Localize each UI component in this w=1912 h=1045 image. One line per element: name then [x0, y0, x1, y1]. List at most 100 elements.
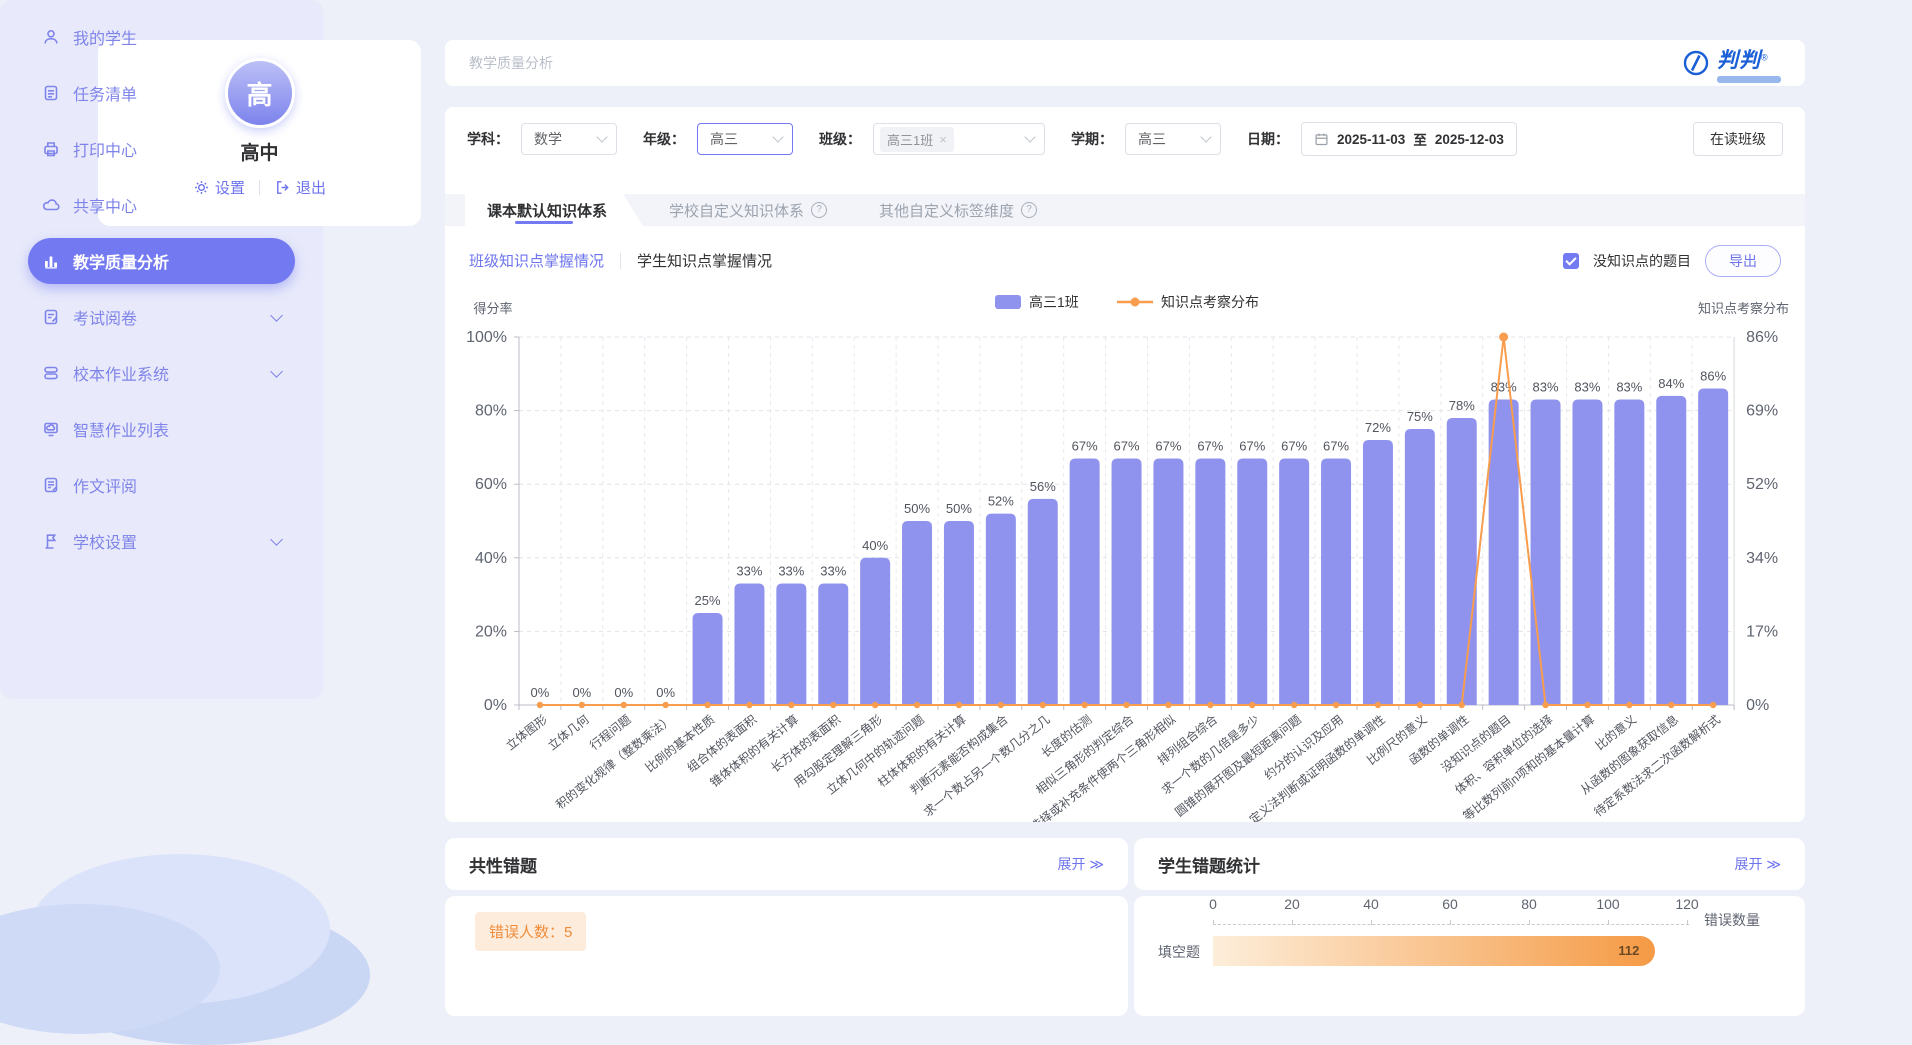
sidebar-item-label: 打印中心 [73, 137, 137, 161]
student-icon [42, 28, 60, 46]
class-label: 班级： [819, 129, 861, 149]
sidebar-item-label: 校本作业系统 [73, 361, 169, 385]
error-count-badge: 错误人数：5 [475, 912, 586, 951]
student-mistakes-body: 错误数量 填空题 112 020406080100120 [1134, 896, 1805, 1016]
tick-mark [1292, 920, 1293, 925]
class-mastery-view-link[interactable]: 班级知识点掌握情况 [469, 250, 604, 271]
class-multiselect[interactable]: 高三1班 × [873, 123, 1045, 155]
chevron-down-icon [270, 533, 283, 546]
svg-text:组合体的表面积: 组合体的表面积 [684, 712, 759, 776]
axis-tick: 120 [1675, 896, 1698, 912]
subject-label: 学科： [467, 129, 509, 149]
svg-text:75%: 75% [1407, 409, 1433, 424]
tab-other-custom-label-dimension[interactable]: 其他自定义标签维度 ? [853, 194, 1063, 226]
tick-mark [1687, 920, 1688, 925]
svg-text:83%: 83% [1616, 380, 1642, 395]
filter-bar: 学科： 数学 年级： 高三 班级： 高三1班 × 学期： 高三 日期： 2025… [467, 122, 1783, 156]
class-tag-text: 高三1班 [887, 130, 933, 149]
sidebar-item-my-students[interactable]: 我的学生 [28, 14, 295, 60]
tab-label: 课本默认知识体系 [487, 200, 607, 221]
axis-tick: 60 [1442, 896, 1458, 912]
logout-label: 退出 [296, 177, 326, 198]
no-knowledge-point-checkbox[interactable] [1563, 253, 1579, 269]
sidebar-item-label: 教学质量分析 [73, 249, 169, 273]
svg-text:0%: 0% [1746, 697, 1769, 714]
tab-textbook-knowledge-system[interactable]: 课本默认知识体系 [465, 194, 643, 226]
sidebar-item-print-center[interactable]: 打印中心 [28, 126, 295, 172]
sidebar-item-essay-review[interactable]: 作文评阅 [28, 462, 295, 508]
svg-text:52%: 52% [988, 494, 1014, 509]
svg-text:67%: 67% [1239, 438, 1265, 453]
svg-text:20%: 20% [475, 623, 507, 640]
svg-text:52%: 52% [1746, 476, 1778, 493]
sidebar-item-share-center[interactable]: 共享中心 [28, 182, 295, 228]
svg-text:83%: 83% [1533, 380, 1559, 395]
axis-tick: 40 [1363, 896, 1379, 912]
svg-text:60%: 60% [475, 476, 507, 493]
student-mastery-view-link[interactable]: 学生知识点掌握情况 [637, 250, 772, 271]
svg-text:67%: 67% [1155, 438, 1181, 453]
subject-select[interactable]: 数学 [521, 123, 617, 155]
monitor-cloud-icon [42, 420, 60, 438]
help-icon[interactable]: ? [811, 202, 827, 218]
svg-text:80%: 80% [475, 403, 507, 420]
sidebar-item-label: 学校设置 [73, 529, 137, 553]
help-icon[interactable]: ? [1021, 202, 1037, 218]
axis-tick: 20 [1284, 896, 1300, 912]
error-count-bar: 112 [1213, 936, 1655, 966]
svg-text:知识点考察分布: 知识点考察分布 [1698, 301, 1789, 316]
common-mistakes-header: 共性错题 展开 ≫ [445, 838, 1128, 890]
reading-class-button[interactable]: 在读班级 [1693, 122, 1783, 156]
sidebar-menu: 我的学生 任务清单 打印中心 共享中心 教学质量分析 考试阅卷 校本作业系统 [0, 0, 323, 699]
svg-text:选择或补充条件使两个三角形相似: 选择或补充条件使两个三角形相似 [1027, 712, 1178, 822]
exam-paper-icon [42, 308, 60, 326]
tab-label: 其他自定义标签维度 [879, 200, 1014, 221]
sidebar-item-label: 考试阅卷 [73, 305, 137, 329]
svg-text:86%: 86% [1746, 329, 1778, 346]
svg-text:得分率: 得分率 [473, 301, 512, 316]
svg-text:50%: 50% [904, 501, 930, 516]
date-range-picker[interactable]: 2025-11-03 至 2025-12-03 [1301, 122, 1517, 156]
svg-text:67%: 67% [1197, 438, 1223, 453]
sidebar-item-smart-homework-list[interactable]: 智慧作业列表 [28, 406, 295, 452]
chevron-down-icon [596, 131, 607, 142]
date-start: 2025-11-03 [1337, 132, 1405, 147]
sidebar-item-school-settings[interactable]: 学校设置 [28, 518, 295, 564]
svg-text:33%: 33% [778, 564, 804, 579]
grade-label: 年级： [643, 129, 685, 149]
axis-line [1213, 924, 1689, 925]
svg-text:0%: 0% [531, 685, 550, 700]
export-button[interactable]: 导出 [1705, 245, 1781, 277]
term-select[interactable]: 高三 [1125, 123, 1221, 155]
term-label: 学期： [1071, 129, 1113, 149]
svg-text:50%: 50% [946, 501, 972, 516]
tick-mark [1529, 920, 1530, 925]
date-label: 日期： [1247, 129, 1289, 149]
remove-tag-icon[interactable]: × [939, 132, 947, 147]
svg-text:40%: 40% [862, 538, 888, 553]
tab-school-custom-knowledge-system[interactable]: 学校自定义知识体系 ? [643, 194, 853, 226]
chevron-down-icon [1024, 131, 1035, 142]
svg-text:34%: 34% [1746, 550, 1778, 567]
svg-text:高三1班: 高三1班 [1029, 294, 1079, 310]
grade-value: 高三 [710, 129, 738, 149]
svg-text:17%: 17% [1746, 623, 1778, 640]
sidebar-item-task-list[interactable]: 任务清单 [28, 70, 295, 116]
logo-text: 判判 [1717, 49, 1761, 72]
tab-label: 学校自定义知识体系 [669, 200, 804, 221]
sidebar-item-exam-marking[interactable]: 考试阅卷 [28, 294, 295, 340]
sidebar-item-school-homework-system[interactable]: 校本作业系统 [28, 350, 295, 396]
printer-icon [42, 140, 60, 158]
svg-text:84%: 84% [1658, 376, 1684, 391]
books-icon [42, 364, 60, 382]
svg-text:比例的基本性质: 比例的基本性质 [642, 712, 717, 776]
tick-mark [1450, 920, 1451, 925]
expand-link[interactable]: 展开 ≫ [1057, 854, 1104, 874]
grade-select[interactable]: 高三 [697, 123, 793, 155]
expand-link[interactable]: 展开 ≫ [1734, 854, 1781, 874]
sidebar-item-teaching-quality-analysis[interactable]: 教学质量分析 [28, 238, 295, 284]
svg-text:0%: 0% [484, 697, 507, 714]
page-title: 教学质量分析 [469, 53, 553, 73]
svg-text:没知识点的题目: 没知识点的题目 [1438, 712, 1513, 776]
svg-text:69%: 69% [1746, 403, 1778, 420]
